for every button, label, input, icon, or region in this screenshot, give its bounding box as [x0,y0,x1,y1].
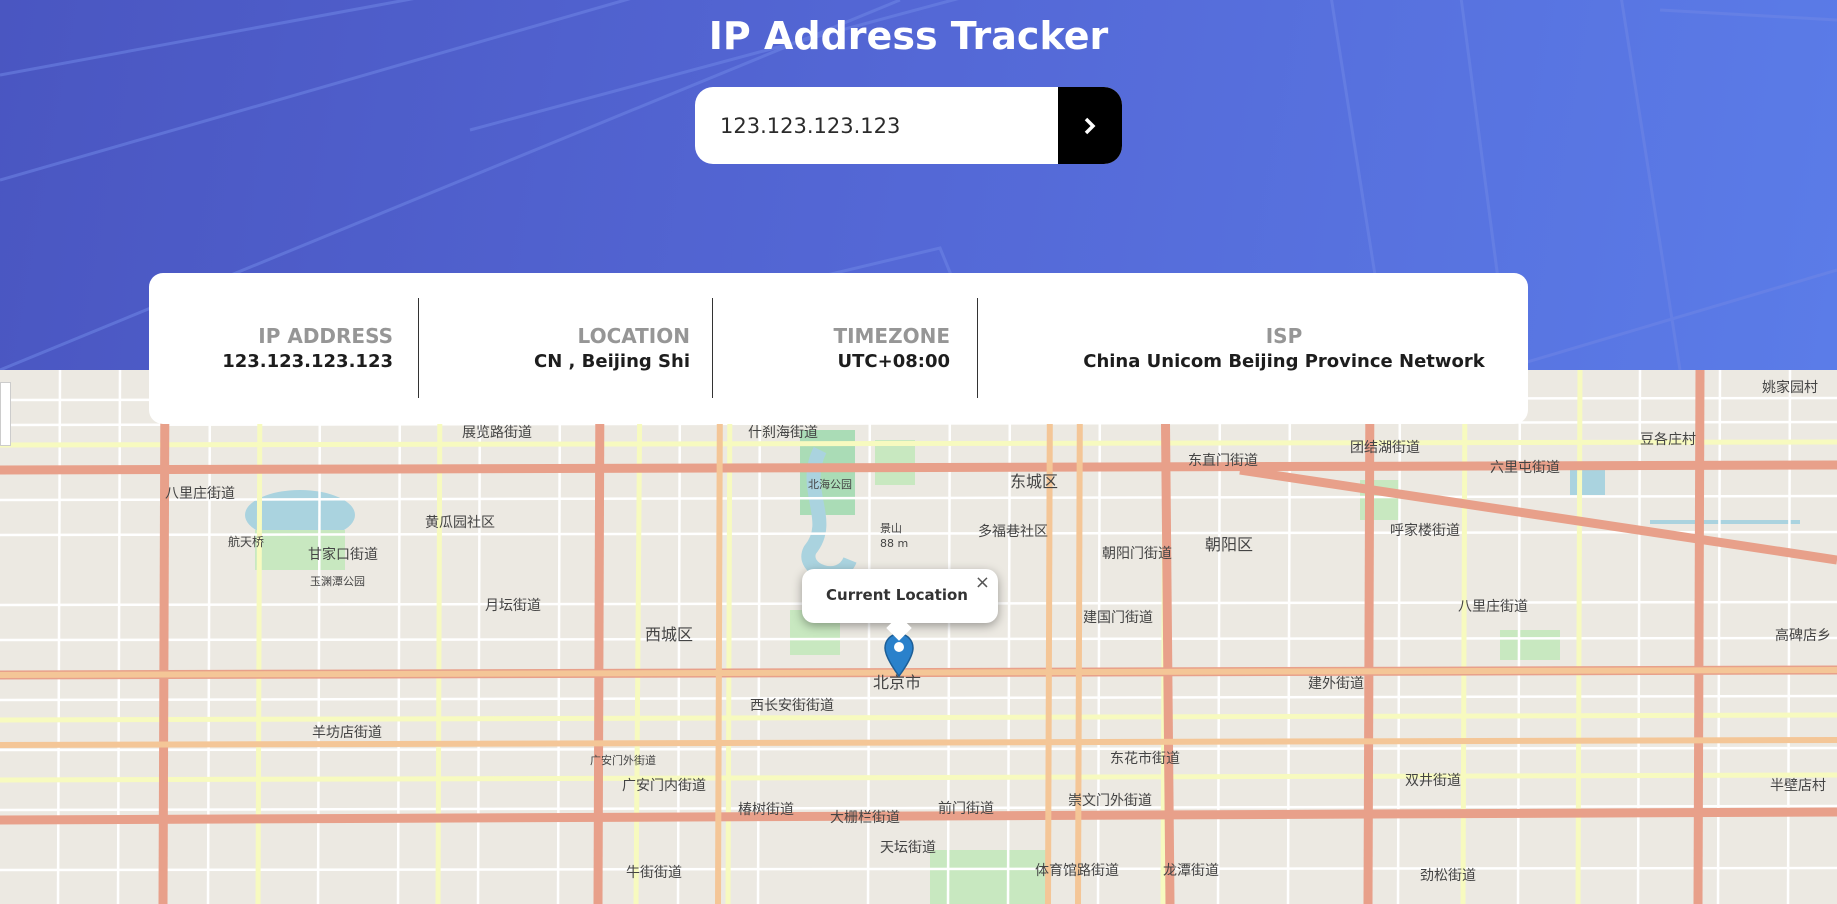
svg-text:玉渊潭公园: 玉渊潭公园 [310,575,365,588]
search-submit-button[interactable] [1058,87,1122,164]
divider [712,298,713,398]
svg-text:建外街道: 建外街道 [1308,676,1364,692]
svg-text:什刹海街道: 什刹海街道 [748,425,818,441]
svg-text:崇文门外街道: 崇文门外街道 [1068,793,1152,809]
svg-text:体育馆路街道: 体育馆路街道 [1035,863,1119,879]
svg-text:六里屯街道: 六里屯街道 [1490,460,1560,476]
svg-text:北海公园: 北海公园 [808,477,852,491]
ip-info-card: IP ADDRESS 123.123.123.123 LOCATION CN ,… [149,273,1528,424]
svg-text:半壁店村: 半壁店村 [1770,778,1826,794]
divider [418,298,419,398]
svg-text:豆各庄村: 豆各庄村 [1640,431,1696,448]
ip-address-value: 123.123.123.123 [222,351,393,372]
svg-text:羊坊店街道: 羊坊店街道 [312,725,382,741]
svg-text:西长安街街道: 西长安街街道 [750,698,834,714]
zoom-control[interactable] [0,382,11,446]
isp-value: China Unicom Beijing Province Network [1083,351,1485,372]
svg-text:高碑店乡: 高碑店乡 [1775,627,1831,644]
svg-text:黄瓜园社区: 黄瓜园社区 [425,514,495,531]
svg-text:甘家口街道: 甘家口街道 [308,546,378,563]
svg-text:姚家园村: 姚家园村 [1762,379,1818,396]
chevron-right-icon [1084,117,1096,134]
svg-text:广安门外街道: 广安门外街道 [590,753,656,767]
location-cell: LOCATION CN , Beijing Shi [534,323,690,375]
svg-text:88 m: 88 m [880,537,908,550]
page-title: IP Address Tracker [708,14,1109,58]
svg-text:大栅栏街道: 大栅栏街道 [830,810,900,826]
svg-text:航天桥: 航天桥 [228,534,264,549]
search-bar [695,87,1122,164]
isp-label: ISP [1265,324,1303,348]
timezone-label: TIMEZONE [833,324,950,348]
svg-text:团结湖街道: 团结湖街道 [1350,440,1420,456]
svg-text:朝阳区: 朝阳区 [1205,535,1253,554]
location-popup: Current Location × [802,569,998,641]
svg-text:建国门街道: 建国门街道 [1083,610,1153,626]
location-label: LOCATION [577,324,690,348]
svg-text:八里庄街道: 八里庄街道 [1458,598,1528,615]
ip-address-label: IP ADDRESS [258,324,393,348]
divider [977,298,978,398]
map-tiles: 八里庄街道 展览路街道 什刹海街道 北海公园 东城区 东直门街道 团结湖街道 六… [0,370,1837,904]
svg-text:椿树街道: 椿树街道 [738,802,794,818]
svg-text:呼家楼街道: 呼家楼街道 [1390,522,1460,539]
svg-text:八里庄街道: 八里庄街道 [165,485,235,502]
isp-cell: ISP China Unicom Beijing Province Networ… [1074,323,1494,375]
svg-text:龙潭街道: 龙潭街道 [1163,862,1219,879]
svg-text:展览路街道: 展览路街道 [462,425,532,441]
svg-text:多福巷社区: 多福巷社区 [978,523,1048,540]
svg-text:东城区: 东城区 [1010,472,1058,491]
svg-text:东直门街道: 东直门街道 [1188,452,1258,469]
svg-text:双井街道: 双井街道 [1405,773,1461,789]
map[interactable]: 八里庄街道 展览路街道 什刹海街道 北海公园 东城区 东直门街道 团结湖街道 六… [0,370,1837,904]
location-value: CN , Beijing Shi [534,351,690,372]
svg-text:劲松街道: 劲松街道 [1420,868,1476,884]
svg-text:景山: 景山 [880,522,902,535]
map-secondary-roads [0,370,1837,904]
timezone-value: UTC+08:00 [837,351,950,372]
svg-text:前门街道: 前门街道 [938,800,994,817]
map-minor-streets [0,370,1837,904]
svg-text:东花市街道: 东花市街道 [1110,750,1180,767]
svg-text:牛街街道: 牛街街道 [626,865,682,881]
map-avenues [0,370,1837,904]
map-main-roads [0,370,1837,904]
ip-address-cell: IP ADDRESS 123.123.123.123 [222,323,393,375]
svg-text:月坛街道: 月坛街道 [485,598,541,614]
svg-text:天坛街道: 天坛街道 [880,840,936,856]
popup-text: Current Location [826,586,968,604]
svg-text:广安门内街道: 广安门内街道 [622,778,706,794]
ip-search-input[interactable] [695,87,1058,164]
svg-text:朝阳门街道: 朝阳门街道 [1102,546,1172,562]
timezone-cell: TIMEZONE UTC+08:00 [833,323,950,375]
popup-close-button[interactable]: × [975,572,990,593]
svg-text:西城区: 西城区 [645,625,693,644]
